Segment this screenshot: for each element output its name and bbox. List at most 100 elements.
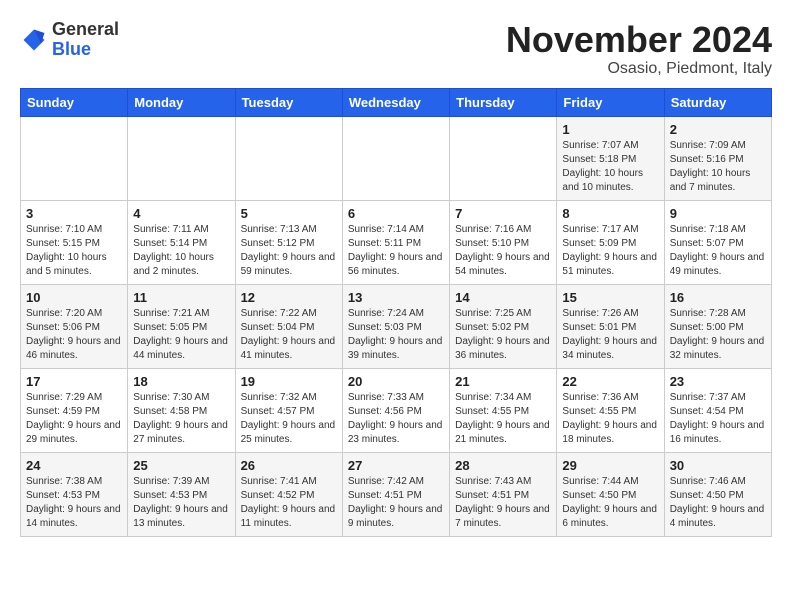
month-title: November 2024 (506, 20, 772, 60)
calendar-week-row: 24 Sunrise: 7:38 AM Sunset: 4:53 PM Dayli… (21, 452, 772, 536)
calendar-week-row: 1Sunrise: 7:07 AM Sunset: 5:18 PM Daylig… (21, 116, 772, 200)
day-number: 16 (670, 290, 766, 305)
day-info: Sunrise: 7:41 AM Sunset: 4:52 PM Dayligh… (241, 475, 337, 531)
calendar-cell: 19 Sunrise: 7:32 AM Sunset: 4:57 PM Dayli… (235, 368, 342, 452)
calendar-cell: 21 Sunrise: 7:34 AM Sunset: 4:55 PM Dayli… (450, 368, 557, 452)
day-info: Sunrise: 7:18 AM Sunset: 5:07 PM Dayligh… (670, 223, 766, 279)
calendar-cell: 14Sunrise: 7:25 AM Sunset: 5:02 PM Dayli… (450, 284, 557, 368)
calendar-cell: 7 Sunrise: 7:16 AM Sunset: 5:10 PM Daylig… (450, 200, 557, 284)
day-info: Sunrise: 7:38 AM Sunset: 4:53 PM Dayligh… (26, 475, 122, 531)
calendar-cell: 18 Sunrise: 7:30 AM Sunset: 4:58 PM Dayli… (128, 368, 235, 452)
calendar-cell: 6 Sunrise: 7:14 AM Sunset: 5:11 PM Daylig… (342, 200, 449, 284)
calendar-cell (342, 116, 449, 200)
day-number: 14 (455, 290, 551, 305)
weekday-header: Saturday (664, 88, 771, 116)
day-info: Sunrise: 7:39 AM Sunset: 4:53 PM Dayligh… (133, 475, 229, 531)
day-info: Sunrise: 7:16 AM Sunset: 5:10 PM Dayligh… (455, 223, 551, 279)
day-info: Sunrise: 7:24 AM Sunset: 5:03 PM Dayligh… (348, 307, 444, 363)
day-number: 24 (26, 458, 122, 473)
calendar-cell: 5Sunrise: 7:13 AM Sunset: 5:12 PM Daylig… (235, 200, 342, 284)
weekday-header-row: SundayMondayTuesdayWednesdayThursdayFrid… (21, 88, 772, 116)
day-info: Sunrise: 7:42 AM Sunset: 4:51 PM Dayligh… (348, 475, 444, 531)
calendar-cell: 2Sunrise: 7:09 AM Sunset: 5:16 PM Daylig… (664, 116, 771, 200)
page-header: General Blue November 2024 Osasio, Piedm… (20, 20, 772, 78)
weekday-header: Wednesday (342, 88, 449, 116)
day-number: 15 (562, 290, 658, 305)
day-number: 29 (562, 458, 658, 473)
day-number: 11 (133, 290, 229, 305)
day-info: Sunrise: 7:32 AM Sunset: 4:57 PM Dayligh… (241, 391, 337, 447)
day-number: 30 (670, 458, 766, 473)
weekday-header: Friday (557, 88, 664, 116)
day-number: 21 (455, 374, 551, 389)
day-number: 23 (670, 374, 766, 389)
day-number: 20 (348, 374, 444, 389)
calendar-cell: 28 Sunrise: 7:43 AM Sunset: 4:51 PM Dayli… (450, 452, 557, 536)
weekday-header: Sunday (21, 88, 128, 116)
day-info: Sunrise: 7:46 AM Sunset: 4:50 PM Dayligh… (670, 475, 766, 531)
calendar-cell: 26 Sunrise: 7:41 AM Sunset: 4:52 PM Dayli… (235, 452, 342, 536)
day-info: Sunrise: 7:34 AM Sunset: 4:55 PM Dayligh… (455, 391, 551, 447)
day-number: 10 (26, 290, 122, 305)
day-info: Sunrise: 7:44 AM Sunset: 4:50 PM Dayligh… (562, 475, 658, 531)
day-info: Sunrise: 7:14 AM Sunset: 5:11 PM Dayligh… (348, 223, 444, 279)
day-info: Sunrise: 7:33 AM Sunset: 4:56 PM Dayligh… (348, 391, 444, 447)
day-number: 3 (26, 206, 122, 221)
weekday-header: Monday (128, 88, 235, 116)
day-number: 19 (241, 374, 337, 389)
day-number: 13 (348, 290, 444, 305)
day-info: Sunrise: 7:11 AM Sunset: 5:14 PM Dayligh… (133, 223, 229, 279)
day-number: 26 (241, 458, 337, 473)
calendar-cell: 10 Sunrise: 7:20 AM Sunset: 5:06 PM Dayli… (21, 284, 128, 368)
day-info: Sunrise: 7:21 AM Sunset: 5:05 PM Dayligh… (133, 307, 229, 363)
day-number: 4 (133, 206, 229, 221)
day-info: Sunrise: 7:20 AM Sunset: 5:06 PM Dayligh… (26, 307, 122, 363)
weekday-header: Tuesday (235, 88, 342, 116)
day-number: 28 (455, 458, 551, 473)
day-number: 6 (348, 206, 444, 221)
calendar-cell: 24 Sunrise: 7:38 AM Sunset: 4:53 PM Dayli… (21, 452, 128, 536)
calendar-cell: 3 Sunrise: 7:10 AM Sunset: 5:15 PM Daylig… (21, 200, 128, 284)
day-info: Sunrise: 7:13 AM Sunset: 5:12 PM Dayligh… (241, 223, 337, 279)
day-info: Sunrise: 7:22 AM Sunset: 5:04 PM Dayligh… (241, 307, 337, 363)
calendar-cell: 9 Sunrise: 7:18 AM Sunset: 5:07 PM Daylig… (664, 200, 771, 284)
calendar-cell (21, 116, 128, 200)
calendar-table: SundayMondayTuesdayWednesdayThursdayFrid… (20, 88, 772, 537)
day-info: Sunrise: 7:43 AM Sunset: 4:51 PM Dayligh… (455, 475, 551, 531)
day-number: 1 (562, 122, 658, 137)
weekday-header: Thursday (450, 88, 557, 116)
day-number: 8 (562, 206, 658, 221)
calendar-cell (128, 116, 235, 200)
day-info: Sunrise: 7:10 AM Sunset: 5:15 PM Dayligh… (26, 223, 122, 279)
day-info: Sunrise: 7:30 AM Sunset: 4:58 PM Dayligh… (133, 391, 229, 447)
day-number: 22 (562, 374, 658, 389)
logo-icon (20, 26, 48, 54)
logo-blue: Blue (52, 40, 119, 60)
calendar-cell: 25Sunrise: 7:39 AM Sunset: 4:53 PM Dayli… (128, 452, 235, 536)
calendar-cell: 12Sunrise: 7:22 AM Sunset: 5:04 PM Dayli… (235, 284, 342, 368)
calendar-cell: 13 Sunrise: 7:24 AM Sunset: 5:03 PM Dayli… (342, 284, 449, 368)
logo-text: General Blue (52, 20, 119, 60)
day-info: Sunrise: 7:26 AM Sunset: 5:01 PM Dayligh… (562, 307, 658, 363)
calendar-week-row: 3 Sunrise: 7:10 AM Sunset: 5:15 PM Daylig… (21, 200, 772, 284)
day-info: Sunrise: 7:17 AM Sunset: 5:09 PM Dayligh… (562, 223, 658, 279)
calendar-cell: 15 Sunrise: 7:26 AM Sunset: 5:01 PM Dayli… (557, 284, 664, 368)
day-number: 7 (455, 206, 551, 221)
day-number: 27 (348, 458, 444, 473)
day-number: 17 (26, 374, 122, 389)
calendar-cell: 4 Sunrise: 7:11 AM Sunset: 5:14 PM Daylig… (128, 200, 235, 284)
title-block: November 2024 Osasio, Piedmont, Italy (506, 20, 772, 78)
calendar-cell: 11 Sunrise: 7:21 AM Sunset: 5:05 PM Dayli… (128, 284, 235, 368)
calendar-cell: 8 Sunrise: 7:17 AM Sunset: 5:09 PM Daylig… (557, 200, 664, 284)
day-number: 18 (133, 374, 229, 389)
calendar-cell: 27 Sunrise: 7:42 AM Sunset: 4:51 PM Dayli… (342, 452, 449, 536)
calendar-week-row: 10 Sunrise: 7:20 AM Sunset: 5:06 PM Dayli… (21, 284, 772, 368)
day-number: 9 (670, 206, 766, 221)
logo: General Blue (20, 20, 119, 60)
calendar-cell: 16 Sunrise: 7:28 AM Sunset: 5:00 PM Dayli… (664, 284, 771, 368)
calendar-cell (450, 116, 557, 200)
day-info: Sunrise: 7:28 AM Sunset: 5:00 PM Dayligh… (670, 307, 766, 363)
day-info: Sunrise: 7:29 AM Sunset: 4:59 PM Dayligh… (26, 391, 122, 447)
calendar-cell: 1Sunrise: 7:07 AM Sunset: 5:18 PM Daylig… (557, 116, 664, 200)
calendar-cell: 17 Sunrise: 7:29 AM Sunset: 4:59 PM Dayli… (21, 368, 128, 452)
